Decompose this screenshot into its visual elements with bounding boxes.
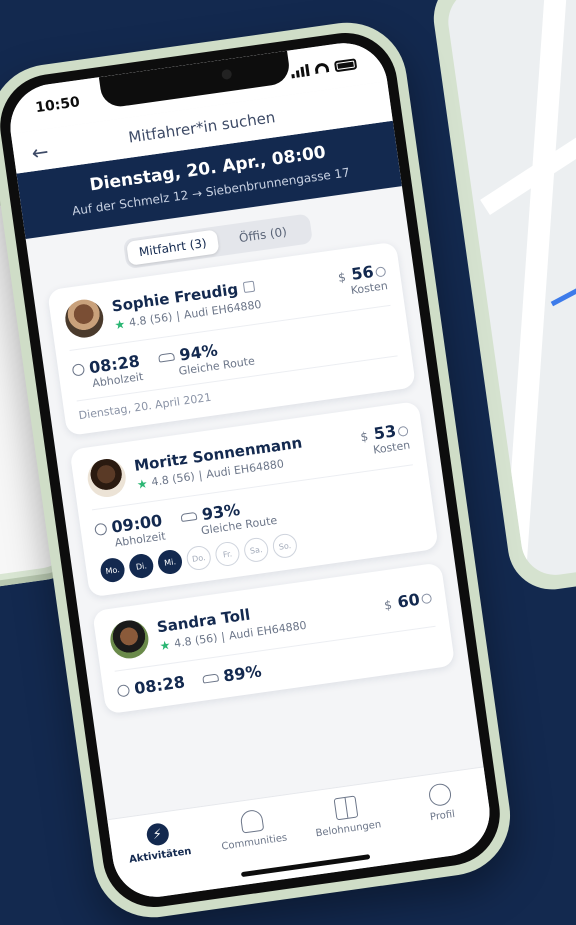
day-chip-mi[interactable]: Mi. bbox=[156, 548, 184, 576]
clock-icon bbox=[116, 683, 131, 698]
bolt-icon: ⚡ bbox=[144, 822, 170, 847]
coin-icon bbox=[397, 425, 409, 437]
day-chip-so[interactable]: So. bbox=[271, 532, 299, 560]
price-value: 60 bbox=[396, 589, 421, 612]
signal-icon bbox=[290, 63, 310, 79]
id-badge-icon bbox=[243, 280, 256, 294]
star-icon: ★ bbox=[158, 637, 172, 653]
driver-rating: 4.8 (56) bbox=[173, 631, 219, 651]
offer-list: Sophie Freudig ★ 4.8 (56) | Audi EH64880 $5… bbox=[33, 240, 469, 717]
tab-profil[interactable]: Profil bbox=[400, 779, 481, 827]
coin-icon bbox=[374, 265, 387, 278]
tab-label: Belohnungen bbox=[314, 819, 382, 840]
offer-card[interactable]: Moritz Sonnenmann ★ 4.8 (56) | Audi EH64880… bbox=[69, 400, 439, 598]
avatar bbox=[85, 456, 129, 500]
segment-mitfahrt[interactable]: Mitfahrt (3) bbox=[126, 229, 220, 266]
back-arrow-icon[interactable]: ← bbox=[30, 139, 50, 165]
clock-icon bbox=[93, 522, 108, 536]
day-chip-fr[interactable]: Fr. bbox=[213, 540, 242, 568]
tab-communities[interactable]: Communities bbox=[212, 805, 293, 853]
app-screen: 10:50 ← Mitfahrer*in suchen Dienstag, 20… bbox=[4, 37, 496, 903]
car-icon bbox=[202, 672, 219, 684]
gift-icon bbox=[333, 795, 358, 821]
tab-label: Aktivitäten bbox=[128, 845, 193, 866]
currency-symbol: $ bbox=[337, 269, 347, 285]
profile-icon bbox=[427, 782, 452, 808]
avatar bbox=[62, 297, 106, 341]
tab-belohnungen[interactable]: Belohnungen bbox=[306, 792, 387, 840]
pickup-time: 08:28 bbox=[132, 672, 187, 699]
meta-separator: | bbox=[220, 630, 226, 644]
meta-separator: | bbox=[197, 468, 204, 483]
tab-label: Profil bbox=[429, 808, 456, 824]
status-time: 10:50 bbox=[34, 94, 81, 117]
phone-frame: 10:50 ← Mitfahrer*in suchen Dienstag, 20… bbox=[0, 14, 518, 925]
driver-rating: 4.8 (56) bbox=[128, 310, 174, 330]
currency-symbol: $ bbox=[383, 597, 393, 613]
currency-symbol: $ bbox=[359, 429, 370, 445]
star-icon: ★ bbox=[135, 475, 149, 492]
segment-oeffis[interactable]: Öffis (0) bbox=[216, 217, 309, 253]
wifi-icon bbox=[314, 62, 330, 75]
avatar bbox=[107, 617, 151, 661]
day-chip-do[interactable]: Do. bbox=[185, 544, 213, 572]
offer-card[interactable]: Sophie Freudig ★ 4.8 (56) | Audi EH64880 $5… bbox=[47, 241, 417, 437]
meta-separator: | bbox=[175, 309, 181, 323]
driver-rating: 4.8 (56) bbox=[150, 469, 196, 489]
tab-label: Communities bbox=[220, 832, 288, 853]
car-icon bbox=[180, 511, 198, 522]
coin-icon bbox=[420, 593, 433, 605]
clock-icon bbox=[71, 362, 86, 377]
day-chip-di[interactable]: Di. bbox=[127, 552, 155, 580]
day-chip-mo[interactable]: Mo. bbox=[99, 556, 127, 584]
star-icon: ★ bbox=[113, 316, 127, 332]
battery-icon bbox=[333, 57, 358, 72]
route-match: 89% bbox=[222, 661, 263, 686]
people-icon bbox=[238, 808, 264, 834]
car-icon bbox=[158, 351, 176, 363]
tab-aktivitaeten[interactable]: ⚡ Aktivitäten bbox=[118, 818, 199, 866]
day-chip-sa[interactable]: Sa. bbox=[242, 536, 270, 564]
